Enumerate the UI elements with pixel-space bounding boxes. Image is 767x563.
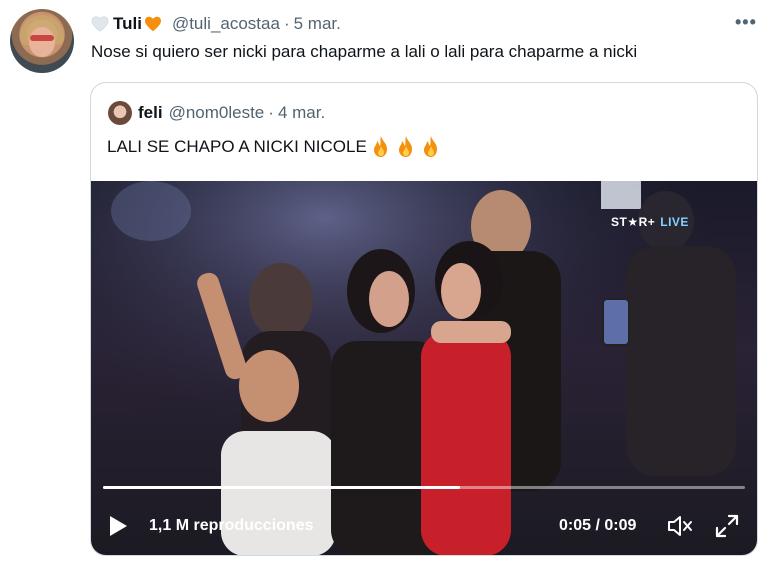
brand-label: ST★R+ xyxy=(611,215,656,229)
more-horizontal-icon[interactable]: ••• xyxy=(735,12,757,33)
avatar[interactable] xyxy=(10,9,74,73)
quoted-tweet[interactable]: feli @nom0leste · 4 mar. LALI SE CHAPO A… xyxy=(90,82,758,556)
video-frame xyxy=(91,181,757,555)
tweet: Tuli @tuli_acostaa · 5 mar. ••• Nose si … xyxy=(0,0,767,563)
quoted-display-name: feli xyxy=(138,103,163,122)
fire-icon xyxy=(398,136,412,157)
separator: · xyxy=(283,14,290,33)
volume-muted-icon[interactable] xyxy=(667,514,693,538)
video-controls: 1,1 M reproducciones 0:05 / 0:09 xyxy=(91,501,757,551)
tweet-header: Tuli @tuli_acostaa · 5 mar. xyxy=(91,12,341,36)
view-count: 1,1 M reproducciones xyxy=(149,517,314,534)
fullscreen-icon[interactable] xyxy=(715,514,739,538)
tweet-text: Nose si quiero ser nicki para chaparme a… xyxy=(91,42,638,61)
quoted-text: LALI SE CHAPO A NICKI NICOLE xyxy=(107,137,367,156)
tweet-date[interactable]: 5 mar. xyxy=(294,14,341,34)
white-heart-icon xyxy=(91,16,109,32)
progress-bar[interactable] xyxy=(103,486,745,489)
quoted-handle: @nom0leste xyxy=(168,103,265,122)
channel-badge: ST★R+ LIVE xyxy=(611,215,689,229)
video-player[interactable]: ST★R+ LIVE 1,1 M reproducciones 0:05 / 0… xyxy=(91,181,757,555)
play-icon[interactable] xyxy=(107,514,129,538)
quoted-avatar xyxy=(108,101,132,125)
display-name[interactable]: Tuli xyxy=(113,14,142,34)
handle[interactable]: @tuli_acostaa xyxy=(172,14,280,34)
fire-icon xyxy=(423,136,437,157)
video-time: 0:05 / 0:09 xyxy=(559,517,637,534)
progress-fill xyxy=(103,486,460,489)
quoted-text-row: LALI SE CHAPO A NICKI NICOLE xyxy=(107,135,442,159)
live-label: LIVE xyxy=(660,215,689,229)
quoted-separator: · xyxy=(268,103,274,122)
quoted-header: feli @nom0leste · 4 mar. xyxy=(138,101,325,125)
fire-icon xyxy=(373,136,387,157)
orange-heart-icon xyxy=(144,16,161,32)
quoted-date: 4 mar. xyxy=(277,103,326,122)
